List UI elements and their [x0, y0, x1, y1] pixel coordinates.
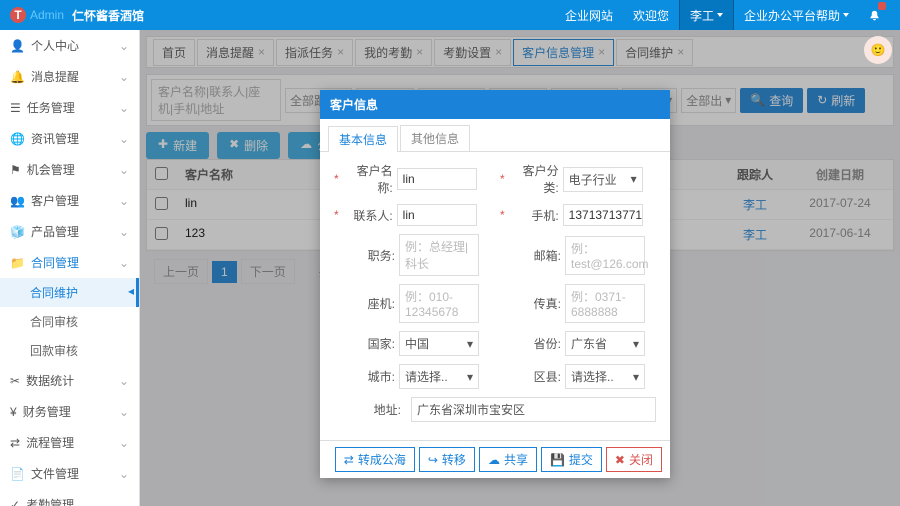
sidebar-item-task[interactable]: ☰任务管理⌄	[0, 92, 139, 123]
submit-button[interactable]: 💾提交	[541, 447, 602, 472]
modal-tab-basic[interactable]: 基本信息	[328, 126, 398, 152]
top-help[interactable]: 企业办公平台帮助	[734, 0, 859, 30]
mobile-field[interactable]: 13713713771	[563, 204, 643, 226]
job-field[interactable]: 例：总经理|科长	[399, 234, 479, 276]
modal-title: 客户信息	[320, 90, 670, 119]
avatar-icon[interactable]: 🙂	[864, 36, 892, 64]
sidebar-item-flow[interactable]: ⇄流程管理⌄	[0, 427, 139, 458]
sidebar-item-chance[interactable]: ⚑机会管理⌄	[0, 154, 139, 185]
name-field[interactable]: lin	[397, 168, 477, 190]
sidebar-item-message[interactable]: 🔔消息提醒⌄	[0, 61, 139, 92]
email-field[interactable]: 例：test@126.com	[565, 236, 645, 275]
sidebar-item-product[interactable]: 🧊产品管理⌄	[0, 216, 139, 247]
sidebar-item-stats[interactable]: ✂数据统计⌄	[0, 365, 139, 396]
sidebar-sub-payment[interactable]: 回款审核	[0, 336, 139, 365]
share-button[interactable]: ☁共享	[479, 447, 537, 472]
category-select[interactable]: 电子行业▾	[563, 167, 643, 192]
sidebar-item-file[interactable]: 📄文件管理⌄	[0, 458, 139, 489]
top-user[interactable]: 李工	[679, 0, 734, 30]
top-welcome: 欢迎您	[623, 0, 679, 30]
province-select[interactable]: 广东省▾	[565, 331, 645, 356]
sidebar-item-finance[interactable]: ¥财务管理⌄	[0, 396, 139, 427]
fax-field[interactable]: 例：0371-6888888	[565, 284, 645, 323]
sidebar-item-news[interactable]: 🌐资讯管理⌄	[0, 123, 139, 154]
company-name: 仁怀酱香酒馆	[72, 7, 144, 24]
area-select[interactable]: 请选择..▾	[565, 364, 645, 389]
transfer-button[interactable]: ↪转移	[419, 447, 475, 472]
tel-field[interactable]: 例：010-12345678	[399, 284, 479, 323]
close-button[interactable]: ✖关闭	[606, 447, 662, 472]
logo-icon: T	[10, 7, 26, 23]
top-site[interactable]: 企业网站	[555, 0, 623, 30]
notification-icon[interactable]	[859, 0, 890, 30]
logo: T Admin	[10, 7, 64, 23]
sidebar: 👤个人中心⌄ 🔔消息提醒⌄ ☰任务管理⌄ 🌐资讯管理⌄ ⚑机会管理⌄ 👥客户管理…	[0, 30, 140, 506]
client-modal: 客户信息 基本信息 其他信息 *客户名称:lin *客户分类:电子行业▾ *联系…	[320, 90, 670, 478]
address-field[interactable]: 广东省深圳市宝安区	[411, 397, 656, 422]
sidebar-item-personal[interactable]: 👤个人中心⌄	[0, 30, 139, 61]
sidebar-sub-maintain[interactable]: 合同维护	[0, 278, 139, 307]
logo-text: Admin	[30, 8, 64, 22]
sidebar-sub-approve[interactable]: 合同审核	[0, 307, 139, 336]
sidebar-item-attend[interactable]: ✓考勤管理⌄	[0, 489, 139, 506]
sidebar-item-client[interactable]: 👥客户管理⌄	[0, 185, 139, 216]
modal-tab-other[interactable]: 其他信息	[400, 125, 470, 151]
to-public-button[interactable]: ⇄转成公海	[335, 447, 415, 472]
contact-field[interactable]: lin	[397, 204, 477, 226]
sidebar-item-contract[interactable]: 📁合同管理⌄	[0, 247, 139, 278]
country-select[interactable]: 中国▾	[399, 331, 479, 356]
city-select[interactable]: 请选择..▾	[399, 364, 479, 389]
